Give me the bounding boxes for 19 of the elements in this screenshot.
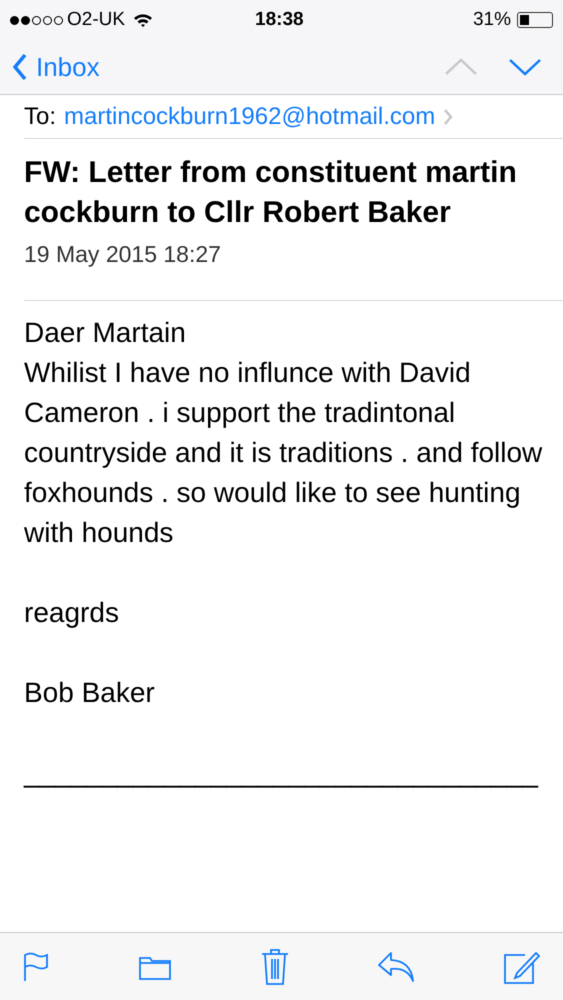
trash-icon[interactable]: [260, 948, 290, 986]
email-subject: FW: Letter from constituent martin cockburn to Cllr Robert Baker: [24, 155, 518, 231]
message-paragraph: _________________________________: [24, 756, 540, 790]
chevron-right-icon: [443, 108, 454, 126]
recipient-address[interactable]: martincockburn1962@hotmail.com: [64, 98, 436, 134]
back-chevron-icon: [12, 53, 28, 81]
reply-icon[interactable]: [377, 950, 416, 982]
message-paragraph: Daer Martain Whilist I have no influnce with David Cameron . i support the tradintonal countryside and it is traditions . and follow foxhounds . so would like to see hunting with hounds: [24, 316, 544, 550]
message-paragraph: Bob Baker: [24, 676, 156, 710]
battery-percentage: 31%: [472, 8, 511, 32]
to-label: To:: [24, 102, 56, 132]
back-button[interactable]: Inbox: [12, 48, 100, 86]
wifi-icon: [133, 12, 154, 28]
message-paragraph: reagrds: [24, 596, 120, 630]
clock-time: 18:38: [255, 8, 304, 32]
flag-icon[interactable]: [22, 950, 50, 982]
carrier-name: O2-UK: [67, 8, 126, 32]
email-date: 19 May 2015 18:27: [24, 240, 222, 269]
battery-icon: [517, 12, 553, 28]
